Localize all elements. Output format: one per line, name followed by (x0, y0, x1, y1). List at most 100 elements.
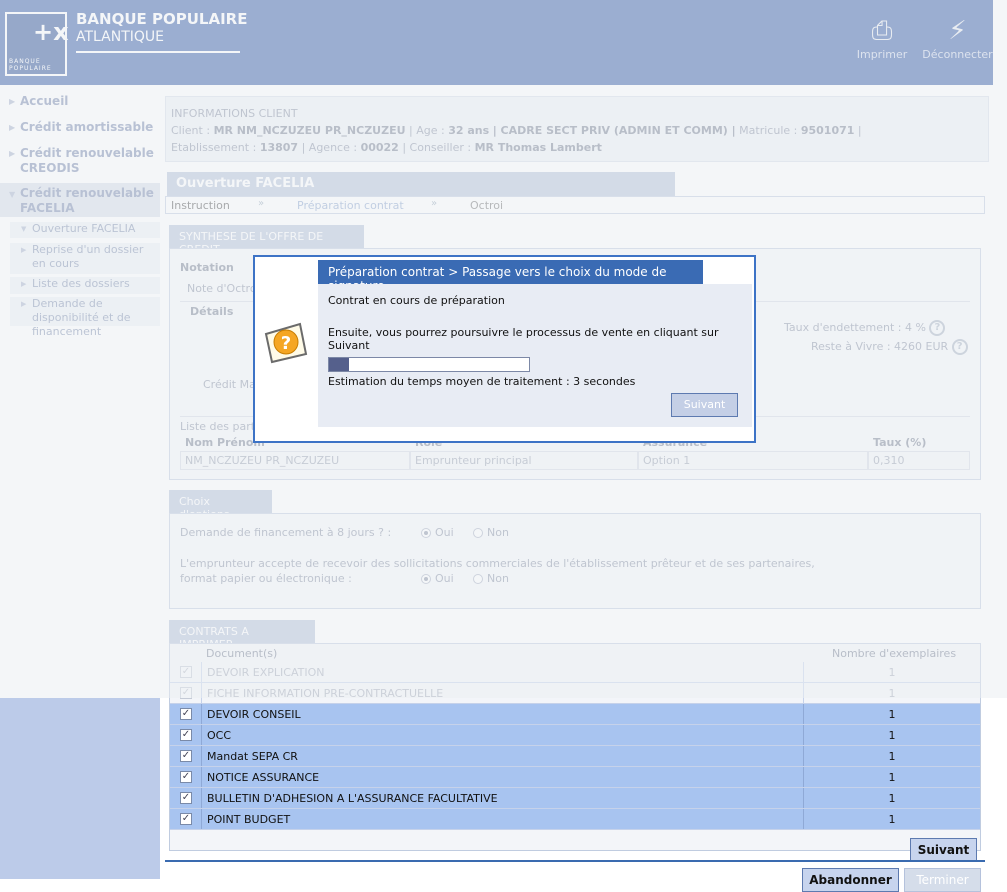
progress-dialog: ? Préparation contrat > Passage vers le … (253, 255, 756, 443)
agence-label: | Agence : (301, 141, 358, 154)
table-row[interactable]: ✓ DEVOIR CONSEIL 1 (170, 704, 980, 725)
client-matricule: 9501071 (800, 124, 855, 137)
help-icon[interactable]: ? (951, 339, 968, 355)
client-agence: 00022 (360, 141, 399, 154)
options-section: Demande de financement à 8 jours ? : Oui… (169, 513, 981, 609)
step-instruction: Instruction (171, 199, 230, 212)
sidebar-subitem-label: Demande de disponibilité et de financeme… (32, 297, 131, 338)
non-label: Non (487, 526, 509, 539)
table-row[interactable]: ✓ NOTICE ASSURANCE 1 (170, 767, 980, 788)
bank-name-line1: BANQUE POPULAIRE (76, 10, 248, 28)
contracts-table: Document(s) Nombre d'exemplaires ✓ DEVOI… (169, 643, 981, 851)
dialog-estimate: Estimation du temps moyen de traitement … (328, 375, 636, 388)
option-q1-text: Demande de financement à 8 jours ? (180, 526, 384, 539)
checkbox[interactable]: ✓ (180, 813, 192, 825)
party-taux-cell: 0,310 (868, 451, 970, 470)
checkbox[interactable]: ✓ (180, 771, 192, 783)
sidebar-item-credit-amortissable[interactable]: ▶ Crédit amortissable (0, 120, 160, 135)
q1-oui-radio[interactable]: Oui (421, 526, 454, 539)
details-label: Détails (190, 305, 234, 318)
printer-icon: ⎙ (871, 16, 893, 46)
document-name: Mandat SEPA CR (201, 746, 804, 766)
radio-selected[interactable] (421, 528, 431, 538)
table-row[interactable]: ✓ POINT BUDGET 1 (170, 809, 980, 830)
table-row[interactable]: ✓ DEVOIR EXPLICATION 1 (170, 662, 980, 683)
sidebar-subitem-liste[interactable]: ▶ Liste des dossiers (10, 277, 160, 295)
options-tab[interactable]: Choix d'options (169, 490, 272, 521)
checkbox[interactable]: ✓ (180, 750, 192, 762)
sidebar-subitem-label: Liste des dossiers (32, 277, 130, 290)
terminer-button[interactable]: Terminer (904, 868, 981, 892)
col-exemplaires: Nombre d'exemplaires (832, 647, 957, 660)
sidebar-item-label: Crédit renouvelable CREODIS (20, 146, 154, 175)
sidebar-item-accueil[interactable]: ▶ Accueil (0, 94, 160, 109)
chevron-down-icon: ▼ (21, 225, 27, 233)
progress-bar (328, 357, 530, 372)
document-name: DEVOIR CONSEIL (201, 704, 804, 724)
sidebar-subitem-ouverture[interactable]: ▼ Ouverture FACELIA (10, 222, 160, 239)
synthese-tab[interactable]: SYNTHESE DE L'OFFRE DE CREDIT (169, 225, 364, 256)
checkbox[interactable]: ✓ (180, 687, 192, 699)
sidebar-subitem-demande[interactable]: ▶ Demande de disponibilité et de finance… (10, 297, 160, 338)
radio-unselected[interactable] (473, 574, 483, 584)
sidebar-subitem-label: Ouverture FACELIA (32, 222, 136, 235)
help-icon[interactable]: ? (929, 320, 946, 336)
sidebar-item-facelia[interactable]: ▼ Crédit renouvelable FACELIA (0, 183, 160, 217)
client-info-line1: Client : MR NM_NCZUZEU PR_NCZUZEU | Age … (171, 124, 862, 137)
checkbox[interactable]: ✓ (180, 792, 192, 804)
sidebar-item-label: Crédit renouvelable FACELIA (20, 186, 154, 215)
document-qty: 1 (888, 771, 896, 784)
radio-selected[interactable] (421, 574, 431, 584)
table-row[interactable]: ✓ OCC 1 (170, 725, 980, 746)
print-button[interactable]: ⎙ Imprimer (856, 14, 908, 61)
question-icon: ? (262, 320, 310, 364)
q2-non-radio[interactable]: Non (473, 572, 509, 585)
suivant-button[interactable]: Suivant (910, 838, 977, 862)
checkbox[interactable]: ✓ (180, 708, 192, 720)
document-name: DEVOIR EXPLICATION (201, 662, 804, 682)
checkbox[interactable]: ✓ (180, 666, 192, 678)
option-q2-line2: format papier ou électronique : (180, 572, 352, 585)
q1-non-radio[interactable]: Non (473, 526, 509, 539)
contracts-tab[interactable]: CONTRATS A IMPRIMER (169, 620, 315, 651)
document-name: FICHE INFORMATION PRE-CONTRACTUELLE (201, 683, 804, 703)
party-role-cell: Emprunteur principal (410, 451, 638, 470)
abandonner-button[interactable]: Abandonner (802, 868, 899, 892)
document-name: BULLETIN D'ADHESION A L'ASSURANCE FACULT… (201, 788, 804, 808)
taux-endettement-text: Taux d'endettement : 4 % (784, 321, 926, 334)
modal-overlay-lower (0, 698, 160, 879)
bank-logo[interactable]: +x BANQUE POPULAIRE (5, 12, 69, 76)
liste-parties-label: Liste des part (180, 420, 256, 433)
client-age: 32 ans (448, 124, 490, 137)
option-q1-colon: : (387, 526, 392, 539)
sidebar-item-creodis[interactable]: ▶ Crédit renouvelable CREODIS (0, 146, 160, 176)
dialog-next-button[interactable]: Suivant (671, 393, 738, 417)
dialog-status: Contrat en cours de préparation (328, 294, 505, 307)
client-info-panel: INFORMATIONS CLIENT Client : MR NM_NCZUZ… (165, 96, 989, 162)
chevron-right-icon: ▶ (21, 300, 27, 308)
sidebar-item-label: Crédit amortissable (20, 120, 154, 134)
step-octroi: Octroi (470, 199, 504, 212)
document-name: POINT BUDGET (201, 809, 804, 829)
table-row[interactable]: ✓ FICHE INFORMATION PRE-CONTRACTUELLE 1 (170, 683, 980, 704)
checkbox[interactable]: ✓ (180, 729, 192, 741)
option-q1-label: Demande de financement à 8 jours ? : (180, 526, 391, 539)
step-preparation: Préparation contrat (297, 199, 404, 212)
document-qty: 1 (888, 708, 896, 721)
client-name: MR NM_NCZUZEU PR_NCZUZEU (213, 124, 406, 137)
page-title: Ouverture FACELIA (167, 172, 675, 196)
q2-oui-radio[interactable]: Oui (421, 572, 454, 585)
print-label: Imprimer (856, 48, 908, 61)
document-qty: 1 (888, 687, 896, 700)
dialog-title: Préparation contrat > Passage vers le ch… (318, 260, 703, 293)
double-chevron-icon: » (258, 198, 265, 209)
sidebar-subitem-reprise[interactable]: ▶ Reprise d'un dossier en cours (10, 243, 160, 275)
logout-button[interactable]: ⚡ Déconnecter (920, 14, 995, 61)
plug-icon: ⚡ (948, 16, 967, 46)
notation-label: Notation (180, 261, 234, 274)
double-chevron-icon: » (431, 198, 438, 209)
chevron-down-icon: ▼ (9, 190, 16, 199)
radio-unselected[interactable] (473, 528, 483, 538)
table-row[interactable]: ✓ Mandat SEPA CR 1 (170, 746, 980, 767)
table-row[interactable]: ✓ BULLETIN D'ADHESION A L'ASSURANCE FACU… (170, 788, 980, 809)
